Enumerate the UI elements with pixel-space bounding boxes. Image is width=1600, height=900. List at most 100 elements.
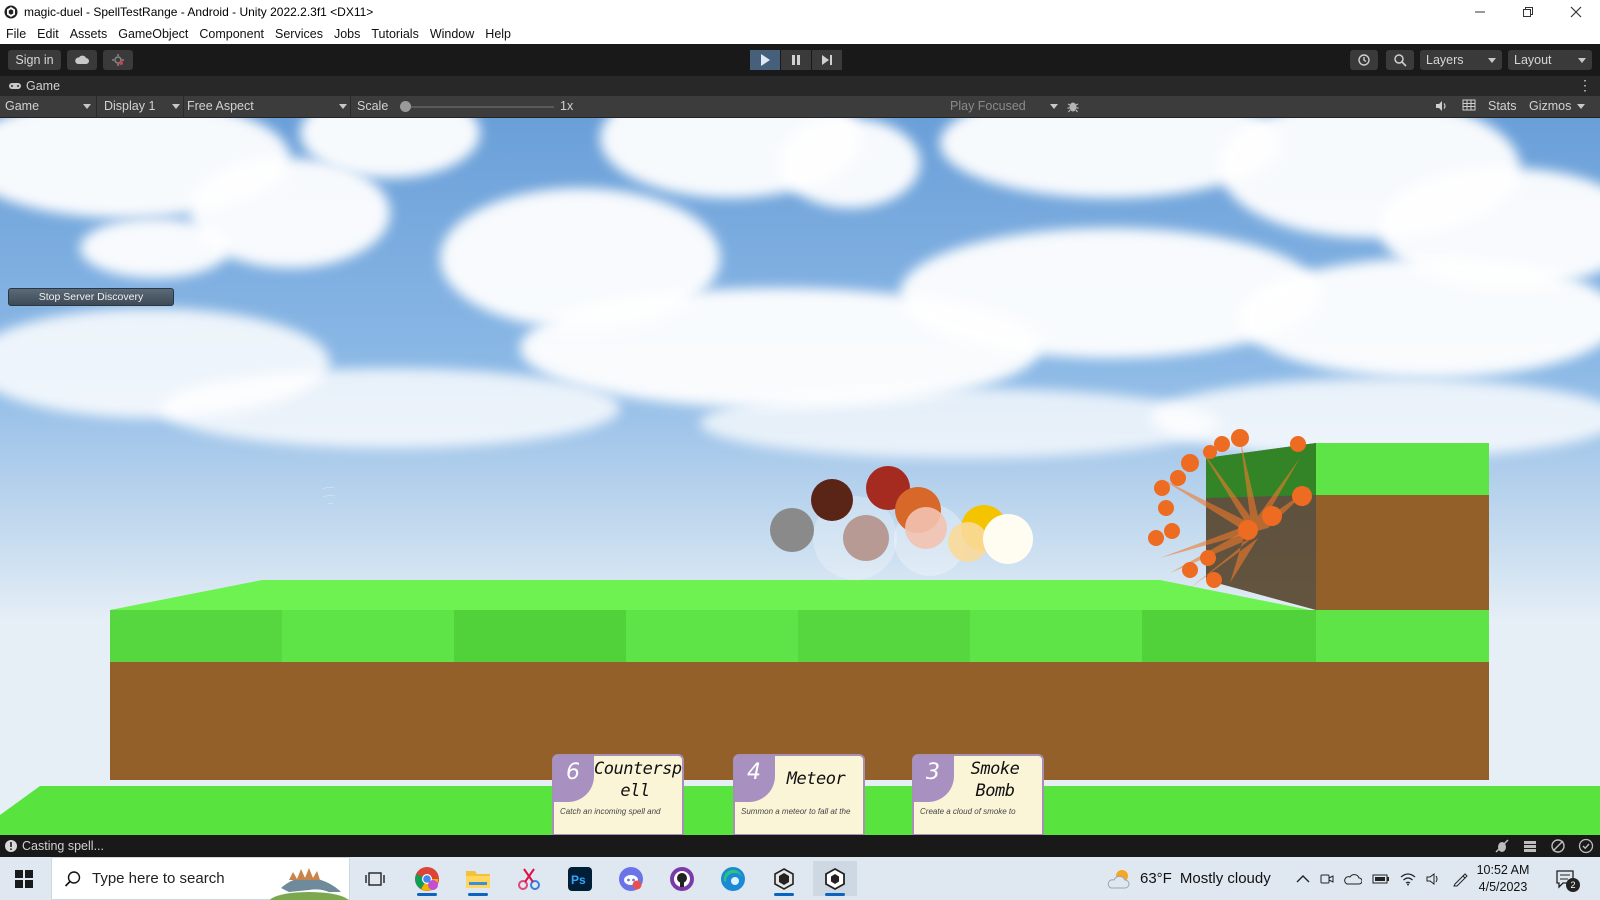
restore-button[interactable]	[1504, 0, 1552, 24]
spell-card-smoke-bomb[interactable]: 3 Smoke Bomb Create a cloud of smoke to …	[912, 754, 1044, 835]
chevron-up-icon[interactable]	[1296, 874, 1310, 884]
volume-icon[interactable]	[1426, 872, 1442, 886]
mute-button[interactable]	[1434, 99, 1448, 113]
minimize-button[interactable]	[1456, 0, 1504, 24]
onedrive-icon[interactable]	[1344, 873, 1362, 885]
layers-dropdown[interactable]: Layers	[1420, 50, 1502, 70]
menu-edit[interactable]: Edit	[37, 27, 59, 41]
taskbar-app-unity-editor[interactable]	[813, 861, 857, 896]
search-button[interactable]	[1386, 50, 1414, 70]
play-focused-dropdown[interactable]: Play Focused	[950, 99, 1058, 113]
close-button[interactable]	[1552, 0, 1600, 24]
taskbar-app-photoshop[interactable]: Ps	[558, 861, 602, 896]
display-label: Display 1	[104, 99, 156, 113]
menu-tutorials[interactable]: Tutorials	[371, 27, 418, 41]
weather-widget[interactable]: 63°F Mostly cloudy	[1106, 857, 1271, 900]
spell-orb	[983, 514, 1033, 564]
taskbar-app-chrome[interactable]	[405, 861, 449, 896]
status-message[interactable]: Casting spell...	[22, 839, 104, 853]
menu-window[interactable]: Window	[430, 27, 474, 41]
stegosaurus-illustration-icon	[269, 868, 349, 900]
platform-tile	[626, 610, 798, 662]
scale-slider[interactable]	[402, 106, 554, 108]
menu-component[interactable]: Component	[199, 27, 264, 41]
card-cost: 6	[566, 760, 580, 785]
notification-center-button[interactable]: 2	[1555, 857, 1580, 900]
task-view-button[interactable]	[353, 861, 397, 896]
taskbar-app-edge[interactable]	[711, 861, 755, 896]
weather-desc: Mostly cloudy	[1179, 870, 1271, 887]
minimize-icon	[1475, 11, 1485, 13]
game-view-toolbar: Game Display 1 Free Aspect Scale 1x Play…	[0, 96, 1600, 118]
card-cost: 3	[926, 760, 940, 785]
check-icon[interactable]	[1578, 838, 1594, 854]
folder-icon	[466, 870, 490, 888]
chrome-icon	[415, 866, 439, 891]
task-view-icon	[365, 871, 385, 886]
divider	[96, 96, 97, 118]
play-button[interactable]	[750, 50, 780, 70]
taskbar-app-snipping-tool[interactable]	[507, 861, 551, 896]
view-mode-dropdown[interactable]: Game	[5, 99, 91, 113]
running-indicator	[468, 893, 488, 896]
taskbar-app-discord[interactable]	[609, 861, 653, 896]
taskbar-app-github-desktop[interactable]	[660, 861, 704, 896]
wifi-icon[interactable]	[1400, 872, 1416, 886]
clock[interactable]: 10:52 AM 4/5/2023	[1468, 857, 1538, 900]
pen-icon[interactable]	[1452, 871, 1468, 887]
pause-button[interactable]	[781, 50, 811, 70]
collab-button[interactable]	[103, 50, 133, 70]
spell-orb	[843, 515, 889, 561]
gizmos-label: Gizmos	[1529, 99, 1572, 113]
notification-count-badge: 2	[1566, 878, 1580, 892]
game-tab[interactable]: Game	[26, 79, 60, 93]
card-name: Smoke Bomb	[970, 759, 1020, 801]
spell-orb	[948, 522, 988, 562]
cache-icon[interactable]	[1522, 838, 1538, 854]
divider	[350, 96, 351, 118]
scale-label: Scale	[357, 99, 389, 113]
menu-jobs[interactable]: Jobs	[334, 27, 360, 41]
gizmos-button[interactable]: Gizmos	[1529, 99, 1586, 113]
spell-card-counterspell[interactable]: 6 Countersp ell Catch an incoming spell …	[552, 754, 684, 835]
stats-button[interactable]: Stats	[1488, 99, 1517, 113]
bug-button[interactable]	[1066, 99, 1080, 113]
spell-orb	[905, 507, 947, 549]
network-icon[interactable]	[1550, 838, 1566, 854]
window-title: magic-duel - SpellTestRange - Android - …	[24, 5, 374, 19]
display-dropdown[interactable]: Display 1	[104, 99, 180, 113]
step-button[interactable]	[812, 50, 842, 70]
windows-logo-icon	[15, 870, 33, 888]
menu-assets[interactable]: Assets	[70, 27, 108, 41]
menu-gameobject[interactable]: GameObject	[118, 27, 188, 41]
terrain-scene	[0, 429, 1600, 835]
scale-slider-thumb[interactable]	[400, 101, 411, 112]
scale-value: 1x	[560, 99, 574, 113]
aspect-dropdown[interactable]: Free Aspect	[187, 99, 347, 113]
cloud-button[interactable]	[67, 50, 97, 70]
grid-button[interactable]	[1462, 99, 1476, 111]
history-button[interactable]	[1350, 50, 1378, 70]
start-button[interactable]	[15, 870, 33, 893]
menu-file[interactable]: File	[6, 27, 26, 41]
menu-help[interactable]: Help	[485, 27, 511, 41]
spell-card-meteor[interactable]: 4 Meteor Summon a meteor to fall at the …	[733, 754, 865, 835]
battery-icon[interactable]	[1372, 873, 1390, 885]
platform-tile	[1316, 610, 1489, 662]
pause-icon	[792, 55, 800, 65]
debug-icon[interactable]	[1494, 838, 1510, 854]
menu-services[interactable]: Services	[275, 27, 323, 41]
collab-icon	[112, 54, 124, 66]
game-viewport[interactable]: Stop Server Discovery ‾‾‾‾‾ ‾‾‾‾‾ ‾‾ 6 C…	[0, 118, 1600, 835]
sign-in-button[interactable]: Sign in	[8, 50, 61, 70]
taskbar-app-file-explorer[interactable]	[456, 861, 500, 896]
wall-top	[1316, 443, 1489, 495]
gamepad-icon	[9, 83, 21, 89]
meet-now-icon[interactable]	[1320, 872, 1334, 886]
taskbar-search-box[interactable]: Type here to search	[51, 857, 350, 900]
more-options-icon[interactable]: ⋮	[1578, 77, 1592, 94]
card-description: Catch an incoming spell and redirect it …	[560, 807, 661, 816]
taskbar-app-unity-hub[interactable]	[762, 861, 806, 896]
platform-tile	[454, 610, 626, 662]
layout-dropdown[interactable]: Layout	[1508, 50, 1592, 70]
